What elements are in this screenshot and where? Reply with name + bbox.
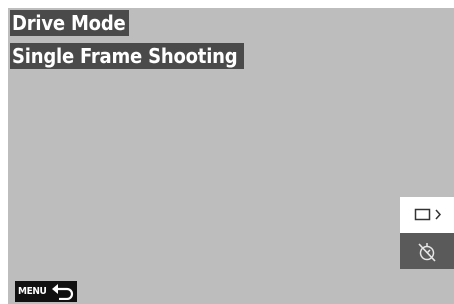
- single-frame-icon: [414, 208, 442, 221]
- self-timer-off-icon: [418, 243, 436, 262]
- return-arrow-icon: [52, 284, 74, 300]
- menu-button-label: MENU: [18, 286, 47, 297]
- chevron-right-icon: [435, 209, 442, 220]
- selected-mode-label: Single Frame Shooting: [10, 43, 245, 69]
- option-single-frame[interactable]: [400, 197, 454, 233]
- page-title: Drive Mode: [10, 10, 129, 36]
- camera-menu-screen: Drive Mode Single Frame Shooting MENU: [8, 8, 454, 304]
- drive-mode-options: [400, 197, 454, 269]
- menu-back-button[interactable]: MENU: [15, 281, 77, 302]
- option-self-timer-off[interactable]: [400, 233, 454, 269]
